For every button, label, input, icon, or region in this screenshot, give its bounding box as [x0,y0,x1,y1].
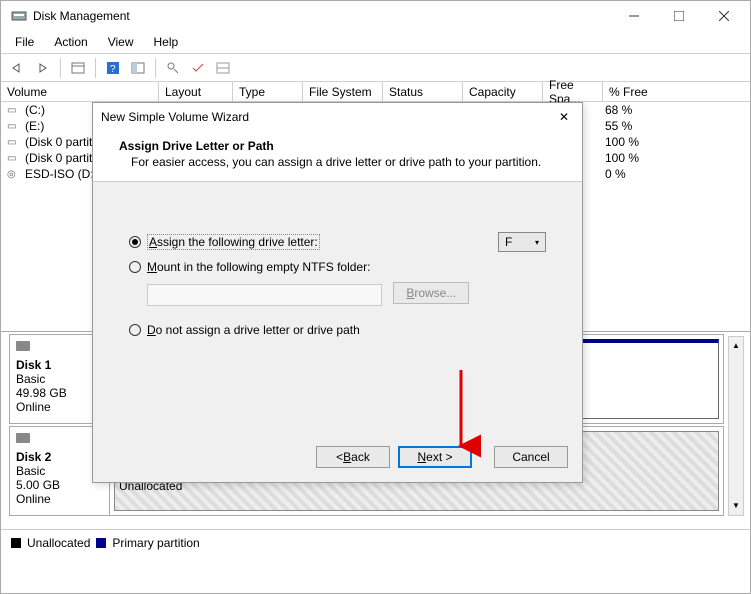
col-layout[interactable]: Layout [159,82,233,101]
close-icon[interactable]: ✕ [554,110,574,124]
volume-columns-header: Volume Layout Type File System Status Ca… [1,82,750,102]
scroll-down-icon[interactable]: ▼ [729,497,743,513]
app-icon [11,8,27,24]
menu-action[interactable]: Action [44,33,97,51]
col-volume[interactable]: Volume [1,82,159,101]
forward-icon[interactable] [32,57,54,79]
legend-swatch-primary [96,538,106,548]
disk-name: Disk 2 [16,450,103,464]
radio-icon [129,261,141,273]
radio-icon [129,324,141,336]
drive-icon: ▭ [7,153,21,164]
disk-status: Online [16,400,103,414]
volume-pctfree: 100 % [605,135,639,149]
dialog-header: Assign Drive Letter or Path For easier a… [93,131,582,182]
check-icon[interactable] [187,57,209,79]
window-title: Disk Management [33,9,611,23]
disk-size: 49.98 GB [16,386,103,400]
disk-status: Online [16,492,103,506]
menu-view[interactable]: View [98,33,144,51]
radio-no-assign[interactable]: Do not assign a drive letter or drive pa… [129,323,546,337]
disc-icon: ◎ [7,169,21,180]
col-type[interactable]: Type [233,82,303,101]
wizard-dialog: New Simple Volume Wizard ✕ Assign Drive … [92,102,583,483]
disk-icon [16,433,30,443]
dialog-title: New Simple Volume Wizard [101,110,554,124]
col-filesystem[interactable]: File System [303,82,383,101]
disk-type: Basic [16,372,103,386]
menu-help[interactable]: Help [144,33,189,51]
radio-label: Mount in the following empty NTFS folder… [147,260,370,274]
panel-icon[interactable] [127,57,149,79]
toolbar: ? [1,54,750,82]
scrollbar-vertical[interactable]: ▲ ▼ [728,336,744,516]
maximize-button[interactable] [656,2,701,30]
dialog-subheading: For easier access, you can assign a driv… [119,155,556,169]
dialog-heading: Assign Drive Letter or Path [119,139,556,153]
radio-mount-folder[interactable]: Mount in the following empty NTFS folder… [129,260,546,274]
cancel-button[interactable]: Cancel [494,446,568,468]
menu-bar: File Action View Help [1,31,750,53]
radio-assign-letter[interactable]: Assign the following drive letter: F ▾ [129,232,546,252]
view-grid-icon[interactable] [67,57,89,79]
legend-label: Unallocated [27,536,90,550]
drive-letter-value: F [505,235,512,249]
dialog-titlebar: New Simple Volume Wizard ✕ [93,103,582,131]
drive-icon: ▭ [7,105,21,116]
radio-label: Assign the following drive letter: [147,234,320,250]
radio-label: Do not assign a drive letter or drive pa… [147,323,360,337]
disk-size: 5.00 GB [16,478,103,492]
menu-file[interactable]: File [5,33,44,51]
chevron-down-icon: ▾ [535,238,539,247]
svg-text:?: ? [110,64,116,75]
ntfs-folder-input [147,284,382,306]
volume-pctfree: 68 % [605,103,632,117]
drive-icon: ▭ [7,121,21,132]
back-icon[interactable] [7,57,29,79]
col-capacity[interactable]: Capacity [463,82,543,101]
col-freespace[interactable]: Free Spa... [543,82,603,101]
legend-swatch-unallocated [11,538,21,548]
legend: Unallocated Primary partition [1,529,750,555]
col-pctfree[interactable]: % Free [603,82,750,101]
dialog-body: Assign the following drive letter: F ▾ M… [93,182,582,337]
back-button[interactable]: < Back [316,446,390,468]
next-button[interactable]: Next > [398,446,472,468]
legend-label: Primary partition [112,536,199,550]
list-icon[interactable] [212,57,234,79]
disk-icon [16,341,30,351]
disk-type: Basic [16,464,103,478]
help-icon[interactable]: ? [102,57,124,79]
col-status[interactable]: Status [383,82,463,101]
volume-pctfree: 100 % [605,151,639,165]
search-icon[interactable] [162,57,184,79]
scroll-up-icon[interactable]: ▲ [729,337,743,353]
volume-pctfree: 55 % [605,119,632,133]
radio-icon [129,236,141,248]
browse-button: Browse... [393,282,469,304]
minimize-button[interactable] [611,2,656,30]
close-button[interactable] [701,2,746,30]
disk-name: Disk 1 [16,358,103,372]
volume-pctfree: 0 % [605,167,626,181]
dialog-footer: < Back Next > Cancel [316,446,568,468]
drive-icon: ▭ [7,137,21,148]
drive-letter-select[interactable]: F ▾ [498,232,546,252]
title-bar: Disk Management [1,1,750,31]
